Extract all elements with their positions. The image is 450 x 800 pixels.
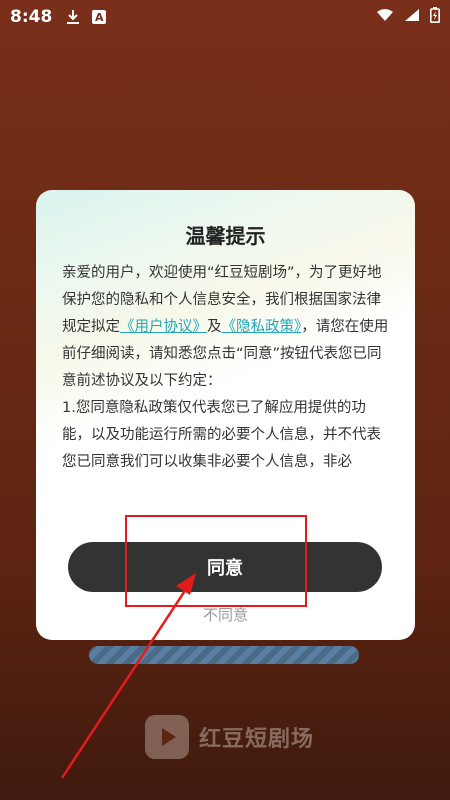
privacy-policy-link[interactable]: 《隐私政策》: [222, 319, 302, 335]
agree-button[interactable]: 同意: [68, 542, 382, 592]
brand-name: 红豆短剧场: [199, 727, 315, 752]
status-bar: 8:48 A: [0, 0, 450, 34]
battery-icon: [430, 6, 440, 28]
dialog-title: 温馨提示: [185, 224, 266, 248]
brand-footer: 红豆短剧场: [145, 715, 314, 759]
play-logo-icon: [145, 715, 189, 759]
agreement-paragraph: 亲爱的用户，欢迎使用“红豆短剧场”，为了更好地保护您的隐私和个人信息安全，我们根…: [62, 260, 392, 395]
user-agreement-link[interactable]: 《用户协议》: [120, 319, 207, 335]
wifi-icon: [376, 7, 394, 27]
and-text: 及: [207, 319, 222, 335]
signal-icon: [404, 7, 420, 27]
text-fade: [62, 488, 392, 510]
disagree-button[interactable]: 不同意: [36, 604, 415, 625]
download-icon: [66, 9, 80, 25]
privacy-dialog: 温馨提示 亲爱的用户，欢迎使用“红豆短剧场”，为了更好地保护您的隐私和个人信息安…: [36, 190, 415, 640]
accessibility-a-icon: A: [92, 10, 107, 24]
status-time: 8:48: [10, 7, 53, 27]
loading-bar: [89, 646, 359, 664]
dialog-body[interactable]: 亲爱的用户，欢迎使用“红豆短剧场”，为了更好地保护您的隐私和个人信息安全，我们根…: [62, 260, 392, 510]
clause-1: 1.您同意隐私政策仅代表您已了解应用提供的功能，以及功能运行所需的必要个人信息，…: [62, 400, 381, 470]
